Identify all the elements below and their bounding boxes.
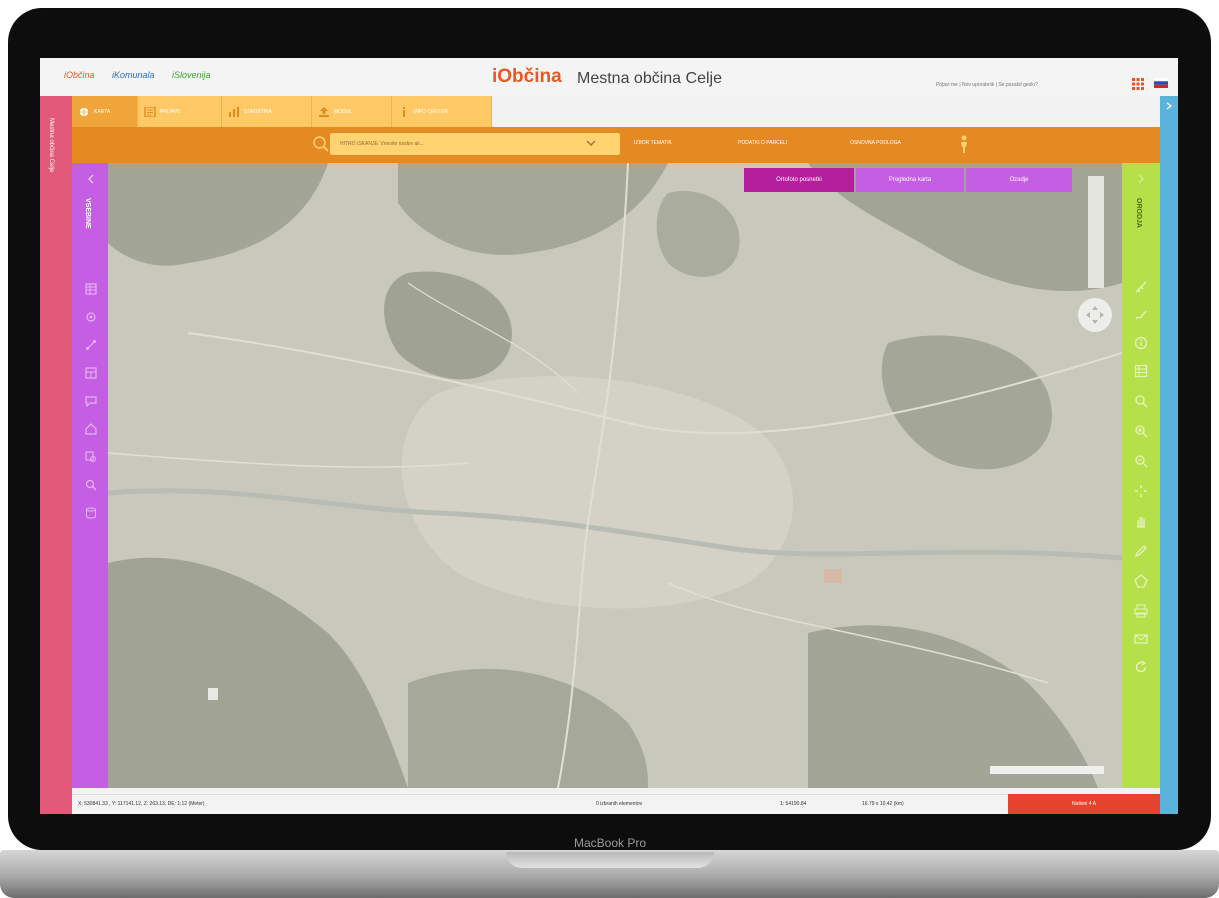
tab-info-center[interactable]: INFO CENTER [392,96,492,127]
info-circle-icon[interactable] [1134,336,1148,350]
full-extent-icon[interactable] [1134,484,1148,498]
device-brand-label: MacBook Pro [573,836,647,850]
selected-count: 0 izbranih elementov [596,801,643,807]
overview-map-button[interactable]: Pregledna karta [856,168,964,192]
scale-bar [990,766,1104,774]
contents-panel-title: VSEBINE [84,198,91,229]
refresh-icon[interactable] [1134,660,1148,674]
map-search-icon[interactable] [85,451,97,463]
tab-label: INFO CENTER [414,108,448,115]
contents-panel [72,163,108,788]
collapse-arrow-icon[interactable] [86,174,96,184]
tab-karta[interactable]: KARTA [72,96,138,127]
menu-podatki-o-parceli[interactable]: PODATKI O PARCELI [738,140,787,146]
upload-icon [319,106,329,117]
email-icon[interactable] [1134,632,1148,646]
bar-chart-icon [229,106,239,117]
print-icon[interactable] [1134,604,1148,618]
pan-hand-icon[interactable] [1134,514,1148,528]
tools-panel [1122,163,1160,788]
extent-readout: 16.79 x 10.42 (km) [862,801,904,807]
chevron-down-icon[interactable] [585,137,597,149]
search-icon[interactable] [85,479,97,491]
search-icon[interactable] [312,135,330,153]
expand-icon[interactable] [1165,102,1173,110]
search-icon[interactable] [1134,394,1148,408]
home-icon[interactable] [85,423,97,435]
link-islovenija[interactable]: iSlovenija [172,70,211,80]
right-collapse-strip[interactable] [1160,96,1178,814]
scale-readout: 1: 54190.84 [780,801,807,807]
measure-icon[interactable] [1134,280,1148,294]
tab-label: KARTA [94,108,111,115]
tab-statistika[interactable]: STATISTIKA [222,96,312,127]
top-header: iObčina iKomunala iSlovenija iObčina Mes… [40,58,1178,96]
person-icon[interactable] [958,135,970,153]
form-icon [144,106,156,117]
tab-label: STATISTIKA [244,108,272,115]
share-icon[interactable] [85,339,97,351]
table-icon[interactable] [85,367,97,379]
left-strip-label: Mestna občina Celje [48,118,54,173]
page-title: Mestna občina Celje [577,70,722,87]
database-icon[interactable] [85,507,97,519]
search-toolbar: HITRO ISKANJE: Vnesite naslov ali... IZB… [72,127,1160,163]
pencil-icon[interactable] [1134,544,1148,558]
user-links[interactable]: Prijavi me | Nov uporabnik | Se pozabil … [936,82,1038,88]
menu-izbor-tematik[interactable]: IZBOR TEMATIK [634,140,672,146]
help-icon[interactable] [602,136,616,150]
ortophoto-map [108,163,1122,788]
zoom-slider[interactable] [1088,176,1104,288]
table-icon[interactable] [1134,364,1148,378]
apps-grid-icon[interactable] [1132,78,1144,90]
slovenian-flag-icon[interactable] [1154,78,1168,88]
tab-label: MODUL [334,108,353,115]
pan-arrows-icon[interactable] [1084,304,1106,326]
map-canvas[interactable] [108,163,1122,788]
ortophoto-button[interactable]: Ortofoto posnetki [744,168,854,192]
tab-prijave[interactable]: PRIJAVE [138,96,222,127]
left-collapse-strip[interactable] [40,96,72,814]
main-tabs: KARTA PRIJAVE STATISTIKA MODUL INFO CENT… [72,96,492,127]
laptop-notch [506,852,714,868]
info-icon [403,106,405,117]
globe-icon [79,107,89,116]
settings-icon[interactable] [85,311,97,323]
zoom-in-icon[interactable] [1134,424,1148,438]
tab-label: PRIJAVE [160,108,181,115]
link-ikomunala[interactable]: iKomunala [112,70,155,80]
draw-icon[interactable] [1134,308,1148,322]
comment-icon[interactable] [85,395,97,407]
quick-search-input[interactable]: HITRO ISKANJE: Vnesite naslov ali... [330,133,620,155]
app-logo: iObčina [492,66,562,87]
print-button[interactable]: Natisni 4 A [1008,794,1160,814]
link-iobcina[interactable]: iObčina [64,70,95,80]
menu-osnovna-podloga[interactable]: OSNOVNA PODLOGA [850,140,901,146]
tools-panel-title: ORODJA [1135,198,1142,228]
collapse-arrow-icon[interactable] [1136,174,1146,184]
status-bar: X: 530841.33 , Y: 117141.12, Z: 263.13, … [72,794,1160,814]
background-button[interactable]: Ozadje [966,168,1072,192]
zoom-out-icon[interactable] [1134,454,1148,468]
tab-modul[interactable]: MODUL [312,96,392,127]
coordinates-readout: X: 530841.33 , Y: 117141.12, Z: 263.13, … [78,801,205,807]
polygon-icon[interactable] [1134,574,1148,588]
layers-icon[interactable] [85,283,97,295]
screen: iObčina iKomunala iSlovenija iObčina Mes… [40,58,1178,814]
